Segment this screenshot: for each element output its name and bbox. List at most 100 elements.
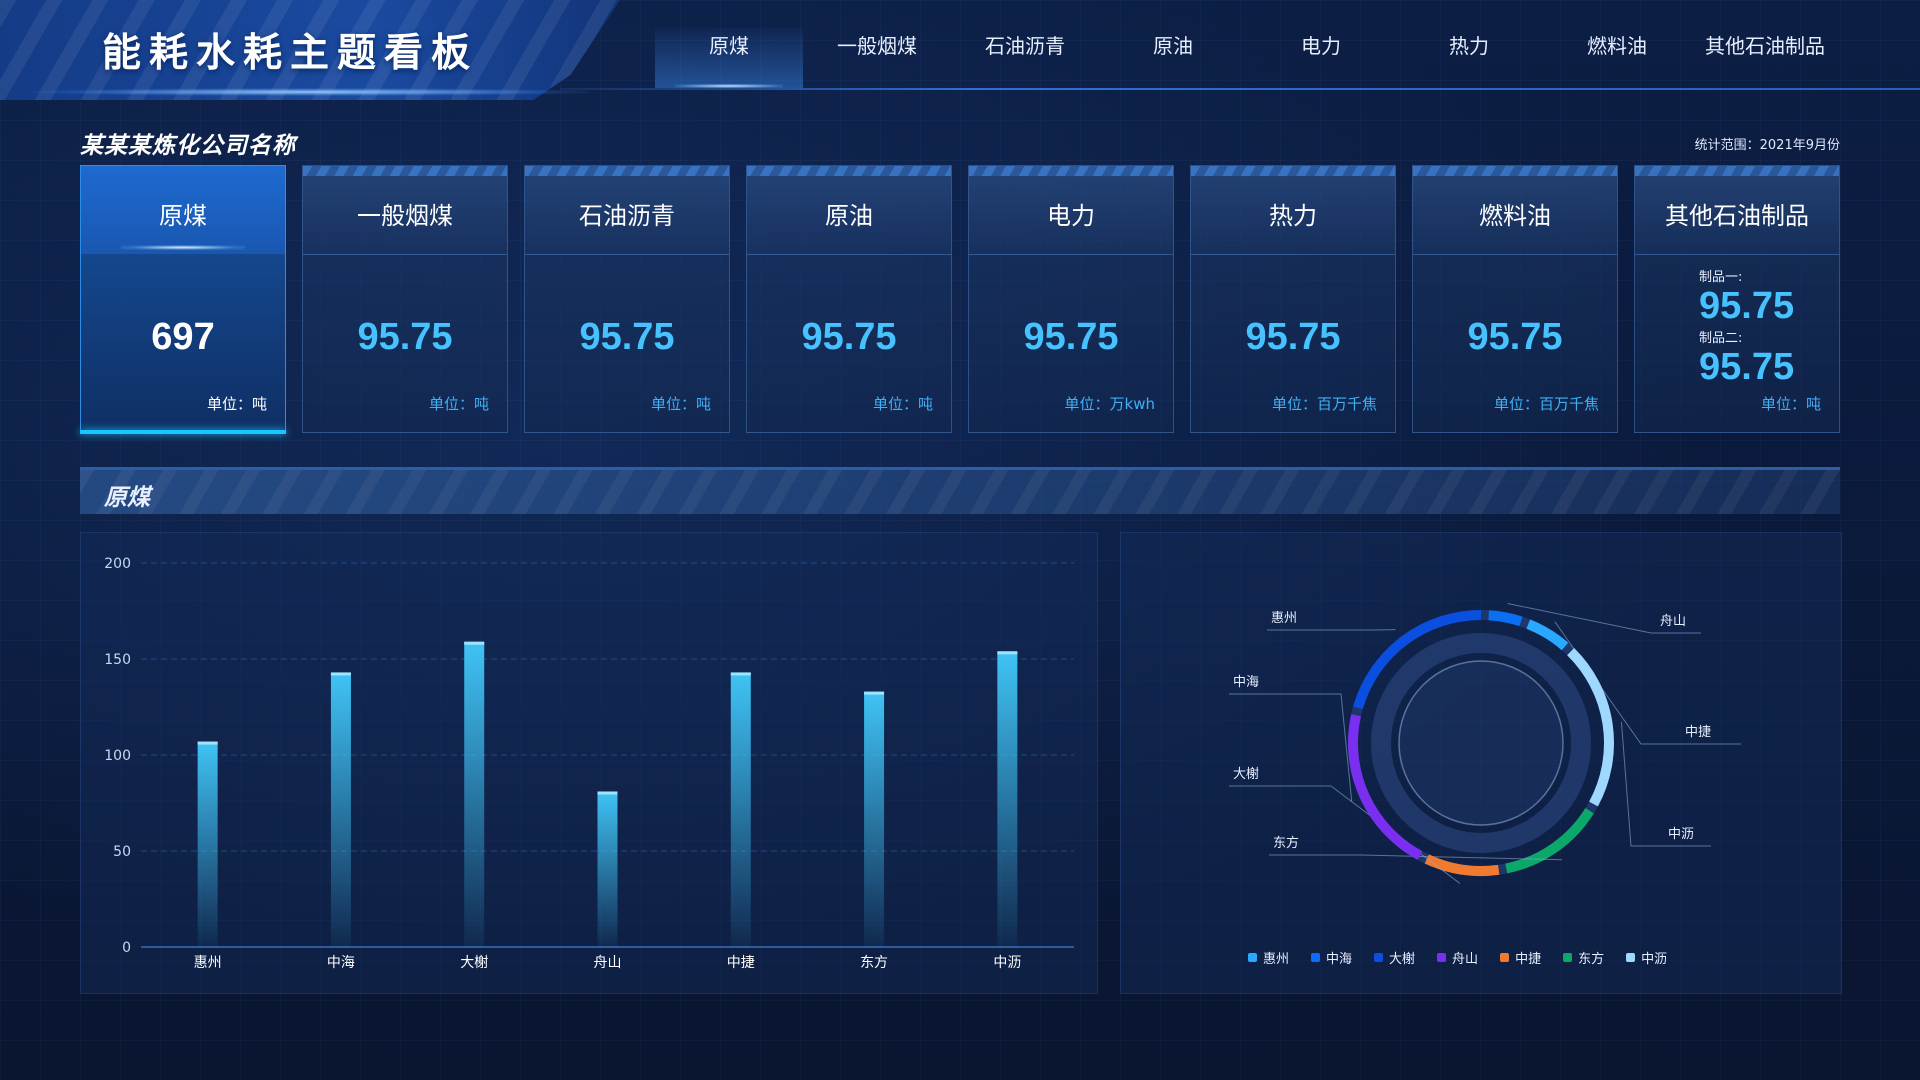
legend-label: 大榭 bbox=[1389, 952, 1416, 967]
card-title: 热力 bbox=[1191, 166, 1395, 255]
x-tick-label: 中海 bbox=[327, 955, 355, 971]
section-bar: 原煤 bbox=[80, 467, 1840, 514]
card-value: 95.75 bbox=[1023, 316, 1119, 358]
card-title: 原油 bbox=[747, 166, 951, 255]
ring-label: 舟山 bbox=[1660, 614, 1686, 629]
header-divider bbox=[560, 88, 1920, 90]
card-title: 电力 bbox=[969, 166, 1173, 255]
x-tick-label: 东方 bbox=[860, 955, 888, 971]
legend-swatch bbox=[1248, 953, 1257, 962]
nav-item[interactable]: 石油沥青 bbox=[951, 28, 1099, 88]
card-unit: 单位：吨 bbox=[1760, 395, 1821, 413]
summary-card[interactable]: 原油 95.75 单位：吨 bbox=[746, 165, 952, 433]
stat-range: 统计范围：2021年9月份 bbox=[1694, 138, 1840, 153]
bar-chart: 0 50 100 150 200 惠州 中海 大榭 舟山 中捷 东方 中沥 bbox=[104, 556, 1074, 971]
card-unit: 单位：百万千焦 bbox=[1493, 395, 1599, 413]
card-title: 一般烟煤 bbox=[303, 166, 507, 255]
nav-item[interactable]: 原油 bbox=[1099, 28, 1247, 88]
card-title: 石油沥青 bbox=[525, 166, 729, 255]
legend-item[interactable]: 中沥 bbox=[1626, 948, 1667, 967]
card-item-label: 制品一: bbox=[1699, 270, 1743, 285]
legend-label: 惠州 bbox=[1263, 952, 1290, 967]
legend-item[interactable]: 舟山 bbox=[1437, 948, 1478, 967]
legend-label: 中海 bbox=[1326, 952, 1353, 967]
legend-swatch bbox=[1626, 953, 1636, 962]
nav-item[interactable]: 其他石油制品 bbox=[1691, 28, 1839, 88]
nav-item[interactable]: 热力 bbox=[1395, 28, 1543, 88]
top-header: 能耗水耗主题看板 原煤 一般烟煤 石油沥青 原油 电力 热力 燃料油 其他石油制品 bbox=[0, 0, 1920, 100]
ring-legend: 惠州 中海 大榭 舟山 中捷 东方 中沥 bbox=[1248, 948, 1667, 967]
bar bbox=[730, 672, 751, 947]
section-title: 原煤 bbox=[104, 485, 150, 511]
ring-segment bbox=[1424, 854, 1500, 876]
card-item-label: 制品二: bbox=[1699, 331, 1743, 346]
bar bbox=[864, 691, 885, 947]
summary-card[interactable]: 电力 95.75 单位：万kwh bbox=[968, 165, 1174, 433]
legend-item[interactable]: 惠州 bbox=[1248, 948, 1289, 967]
card-unit: 单位：吨 bbox=[872, 395, 933, 413]
legend-swatch bbox=[1500, 953, 1510, 962]
legend-swatch bbox=[1563, 953, 1573, 962]
card-unit: 单位：吨 bbox=[206, 395, 267, 413]
card-value: 95.75 bbox=[801, 316, 897, 358]
center-disc bbox=[1398, 660, 1564, 826]
legend-label: 舟山 bbox=[1452, 952, 1479, 967]
y-tick-label: 100 bbox=[104, 748, 131, 764]
ring-label: 中捷 bbox=[1685, 725, 1711, 740]
bar-cap bbox=[730, 672, 751, 676]
y-tick-label: 200 bbox=[104, 556, 131, 572]
dashboard-title: 能耗水耗主题看板 bbox=[102, 31, 479, 76]
bar-cap bbox=[330, 672, 351, 676]
card-value: 95.75 bbox=[579, 316, 675, 358]
ring-label: 中海 bbox=[1233, 675, 1259, 690]
legend-item[interactable]: 中捷 bbox=[1500, 948, 1541, 967]
nav-item[interactable]: 燃料油 bbox=[1543, 28, 1691, 88]
summary-card[interactable]: 燃料油 95.75 单位：百万千焦 bbox=[1412, 165, 1618, 433]
summary-card[interactable]: 其他石油制品 制品一: 95.75 制品二: 95.75 单位：吨 bbox=[1634, 165, 1840, 433]
legend-item[interactable]: 东方 bbox=[1563, 948, 1604, 967]
x-tick-label: 惠州 bbox=[194, 955, 222, 971]
legend-label: 中沥 bbox=[1641, 952, 1668, 967]
legend-swatch bbox=[1374, 953, 1384, 962]
x-tick-label: 中捷 bbox=[727, 955, 755, 971]
card-value: 95.75 bbox=[357, 316, 453, 358]
card-item-value: 95.75 bbox=[1699, 346, 1795, 388]
bar bbox=[330, 672, 351, 947]
legend-item[interactable]: 中海 bbox=[1311, 948, 1352, 967]
summary-card[interactable]: 原煤 697 单位：吨 bbox=[80, 165, 286, 434]
nav-item[interactable]: 一般烟煤 bbox=[803, 28, 951, 88]
legend-label: 中捷 bbox=[1515, 952, 1542, 967]
nav-item[interactable]: 电力 bbox=[1247, 28, 1395, 88]
ring-chart-panel: 舟山 中捷 中沥 东方 大榭 中海 惠州 bbox=[1120, 532, 1842, 994]
card-unit: 单位：万kwh bbox=[1064, 395, 1155, 413]
card-title: 其他石油制品 bbox=[1635, 166, 1839, 255]
nav-item[interactable]: 原煤 bbox=[655, 28, 803, 88]
leader-line bbox=[1620, 721, 1711, 847]
ring-label: 大榭 bbox=[1233, 766, 1259, 782]
card-unit: 单位：吨 bbox=[428, 395, 489, 413]
summary-card[interactable]: 石油沥青 95.75 单位：吨 bbox=[524, 165, 730, 433]
top-nav: 原煤 一般烟煤 石油沥青 原油 电力 热力 燃料油 其他石油制品 bbox=[655, 28, 1839, 88]
legend-item[interactable]: 大榭 bbox=[1374, 948, 1415, 967]
x-tick-label: 中沥 bbox=[993, 955, 1021, 971]
card-title: 原煤 bbox=[81, 166, 285, 254]
ring-label: 中沥 bbox=[1668, 827, 1694, 842]
bar bbox=[197, 741, 218, 947]
bar-cap bbox=[864, 691, 885, 695]
card-unit: 单位：百万千焦 bbox=[1271, 395, 1377, 413]
summary-card[interactable]: 热力 95.75 单位：百万千焦 bbox=[1190, 165, 1396, 433]
ring-chart: 舟山中捷中沥东方 大榭 中海 惠州 bbox=[1229, 603, 1741, 884]
bar-cap bbox=[464, 641, 485, 645]
card-value: 95.75 bbox=[1245, 316, 1341, 358]
x-tick-label: 舟山 bbox=[594, 955, 622, 971]
y-tick-label: 50 bbox=[113, 844, 131, 860]
summary-card[interactable]: 一般烟煤 95.75 单位：吨 bbox=[302, 165, 508, 433]
bar-cap bbox=[197, 741, 218, 745]
card-unit: 单位：吨 bbox=[650, 395, 711, 413]
company-name: 某某某炼化公司名称 bbox=[80, 133, 296, 159]
card-value: 95.75 bbox=[1467, 316, 1563, 358]
y-tick-label: 150 bbox=[104, 652, 131, 668]
ring-label: 东方 bbox=[1273, 835, 1299, 851]
bar-cap bbox=[597, 791, 618, 795]
ring-segment bbox=[1526, 619, 1569, 651]
